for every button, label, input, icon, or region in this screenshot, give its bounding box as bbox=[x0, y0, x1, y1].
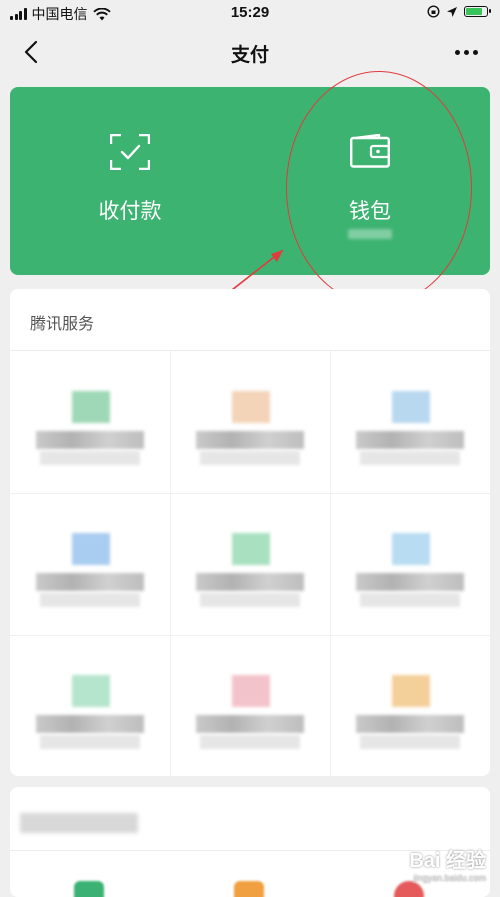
more-dot bbox=[454, 49, 460, 55]
receive-pay-label: 收付款 bbox=[98, 200, 162, 223]
service-icon-blurred bbox=[232, 675, 270, 707]
service-sublabel-blurred bbox=[200, 735, 300, 749]
more-dot bbox=[463, 49, 469, 55]
service-label-blurred bbox=[196, 715, 304, 733]
service-item-blurred[interactable] bbox=[10, 351, 170, 493]
wallet-balance-blurred bbox=[348, 229, 392, 239]
orientation-lock-icon bbox=[427, 5, 440, 18]
section-title-blurred bbox=[20, 813, 138, 833]
service-icon-blurred bbox=[392, 391, 430, 423]
service-item-blurred[interactable] bbox=[170, 493, 330, 635]
chevron-left-icon bbox=[24, 40, 38, 64]
status-bar: 中国电信 15:29 bbox=[0, 0, 500, 26]
scan-check-icon bbox=[110, 134, 150, 170]
service-icon-blurred bbox=[392, 675, 430, 707]
service-sublabel-blurred bbox=[360, 735, 460, 749]
service-sublabel-blurred bbox=[40, 451, 140, 465]
service-label-blurred bbox=[196, 573, 304, 591]
status-time: 15:29 bbox=[230, 4, 270, 21]
tencent-services-panel: 腾讯服务 bbox=[10, 289, 490, 776]
service-icon-blurred bbox=[232, 533, 270, 565]
service-label-blurred bbox=[356, 431, 464, 449]
wallet-button[interactable]: 钱包 bbox=[250, 87, 490, 275]
service-icon-blurred bbox=[72, 675, 110, 707]
location-icon bbox=[447, 6, 457, 17]
services-grid bbox=[10, 350, 490, 776]
service-sublabel-blurred bbox=[40, 593, 140, 607]
service-icon-blurred[interactable] bbox=[234, 881, 264, 897]
service-label-blurred bbox=[196, 431, 304, 449]
service-label-blurred bbox=[356, 715, 464, 733]
more-dot bbox=[472, 49, 478, 55]
service-sublabel-blurred bbox=[360, 593, 460, 607]
nav-bar: 支付 bbox=[0, 26, 500, 78]
service-item-blurred[interactable] bbox=[330, 351, 490, 493]
status-right bbox=[427, 5, 491, 18]
service-label-blurred bbox=[36, 715, 144, 733]
service-sublabel-blurred bbox=[360, 451, 460, 465]
wallet-label: 钱包 bbox=[349, 200, 391, 223]
service-sublabel-blurred bbox=[200, 451, 300, 465]
service-icon-blurred[interactable] bbox=[74, 881, 104, 897]
service-item-blurred[interactable] bbox=[330, 493, 490, 635]
service-item-blurred[interactable] bbox=[10, 635, 170, 776]
third-party-services-panel bbox=[10, 787, 490, 897]
payment-card: 收付款 钱包 bbox=[10, 87, 490, 275]
service-icon-blurred bbox=[232, 391, 270, 423]
battery-icon bbox=[464, 6, 491, 17]
service-label-blurred bbox=[356, 573, 464, 591]
service-sublabel-blurred bbox=[40, 735, 140, 749]
service-sublabel-blurred bbox=[200, 593, 300, 607]
service-label-blurred bbox=[36, 573, 144, 591]
service-item-blurred[interactable] bbox=[170, 351, 330, 493]
service-icon-blurred[interactable] bbox=[394, 881, 424, 897]
service-item-blurred[interactable] bbox=[170, 635, 330, 776]
back-button[interactable] bbox=[16, 36, 48, 68]
service-icon-blurred bbox=[392, 533, 430, 565]
page-title: 支付 bbox=[230, 45, 269, 66]
battery-fill bbox=[466, 8, 483, 15]
wallet-icon bbox=[350, 134, 390, 168]
services-title: 腾讯服务 bbox=[30, 316, 95, 333]
service-icon-blurred bbox=[72, 533, 110, 565]
service-item-blurred[interactable] bbox=[330, 635, 490, 776]
more-button[interactable] bbox=[448, 36, 484, 68]
service-item-blurred[interactable] bbox=[10, 493, 170, 635]
receive-pay-button[interactable]: 收付款 bbox=[10, 87, 250, 275]
service-icon-blurred bbox=[72, 391, 110, 423]
service-label-blurred bbox=[36, 431, 144, 449]
third-party-grid bbox=[10, 850, 490, 897]
